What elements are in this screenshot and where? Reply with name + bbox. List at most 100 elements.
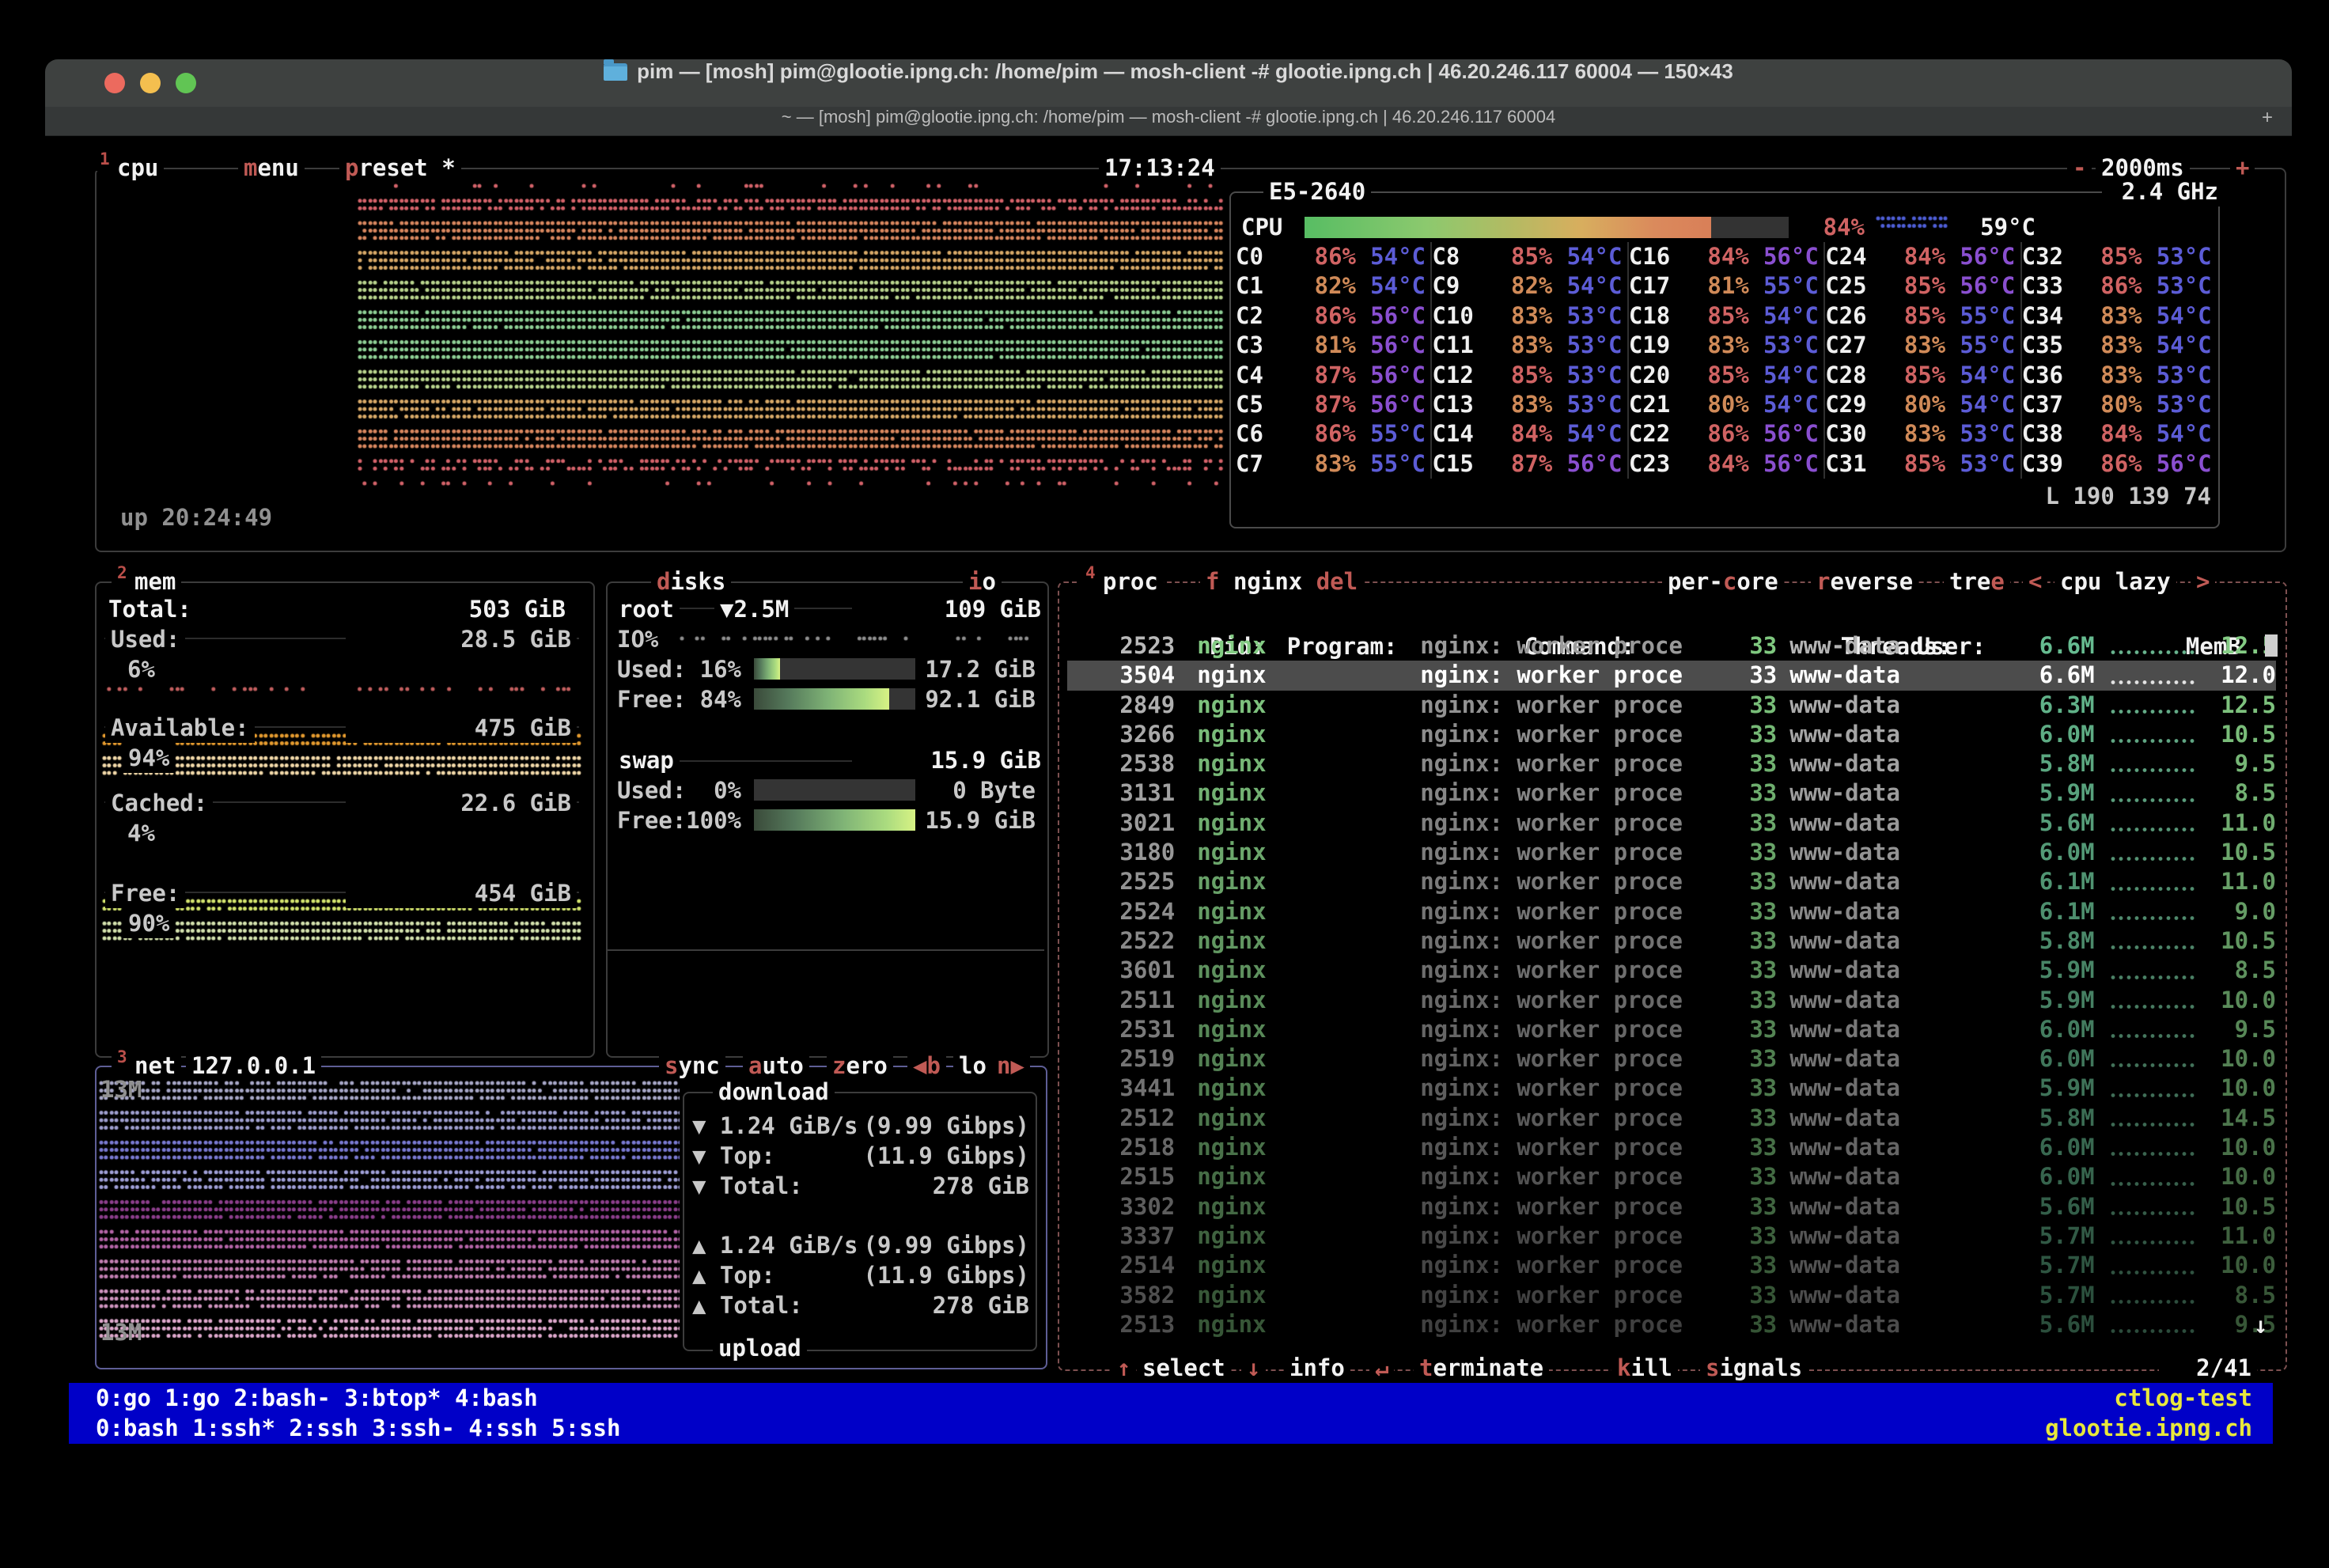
process-row[interactable]: 2522nginxnginx: worker proce33www-data5.…	[1067, 926, 2276, 956]
process-row[interactable]: 2523nginxnginx: worker proce33www-data6.…	[1067, 631, 2276, 661]
process-row[interactable]: 3337nginxnginx: worker proce33www-data5.…	[1067, 1221, 2276, 1251]
net-download-total-label: ▼ Total:	[692, 1171, 803, 1201]
cpu-box-title[interactable]: cpu	[112, 153, 164, 183]
proc-percore-toggle[interactable]: per-core	[1662, 566, 1784, 597]
process-row[interactable]: 2519nginxnginx: worker proce33www-data6.…	[1067, 1044, 2276, 1074]
proc-sort-prev-button[interactable]: <	[2023, 566, 2047, 597]
core-name: C11	[1432, 331, 1489, 360]
process-thr: 33	[1717, 749, 1777, 778]
window-titlebar[interactable]: pim — [mosh] pim@glootie.ipng.ch: /home/…	[45, 59, 2292, 107]
proc-reverse-toggle[interactable]: reverse	[1811, 566, 1918, 597]
core-usage: 84%	[1686, 449, 1749, 479]
core-name: C1	[1236, 271, 1293, 301]
process-row[interactable]: 3131nginxnginx: worker proce33www-data5.…	[1067, 778, 2276, 808]
net-prev-iface-button[interactable]: ◀b	[907, 1051, 946, 1081]
process-row[interactable]: 2511nginxnginx: worker proce33www-data5.…	[1067, 986, 2276, 1015]
core-usage: 83%	[1293, 449, 1356, 479]
proc-scrollbar-thumb[interactable]	[2265, 634, 2278, 657]
mem-total-value: 503 GiB	[346, 594, 566, 624]
process-prog: nginx	[1175, 661, 1420, 690]
proc-scroll-down-icon[interactable]: ↓	[2254, 1310, 2267, 1340]
process-prog: nginx	[1175, 986, 1420, 1015]
proc-kill-button[interactable]: kill	[1611, 1353, 1678, 1383]
cpu-total-percent: 84%	[1795, 212, 1865, 242]
process-cpu: 8.5	[2198, 956, 2276, 985]
screen-window-list[interactable]: 0:bash 1:ssh* 2:ssh 3:ssh- 4:ssh 5:ssh	[96, 1413, 620, 1443]
process-row[interactable]: 3441nginxnginx: worker proce33www-data5.…	[1067, 1074, 2276, 1103]
interval-decrease-button[interactable]: -	[2067, 153, 2092, 183]
process-row[interactable]: 3582nginxnginx: worker proce33www-data5.…	[1067, 1281, 2276, 1310]
process-row[interactable]: 3266nginxnginx: worker proce33www-data6.…	[1067, 720, 2276, 749]
disk-io-graph	[678, 634, 1031, 646]
process-row[interactable]: 2849nginxnginx: worker proce33www-data6.…	[1067, 691, 2276, 720]
core-cell: C2685%55°C	[1825, 301, 2021, 331]
proc-filter[interactable]: f nginx del	[1200, 566, 1363, 597]
process-cpu: 11.0	[2198, 867, 2276, 896]
core-name: C5	[1236, 390, 1293, 419]
net-zero-button[interactable]: zero	[827, 1051, 893, 1081]
core-cell: C1383%53°C	[1432, 390, 1628, 419]
process-row[interactable]: 2538nginxnginx: worker proce33www-data5.…	[1067, 749, 2276, 778]
hostname: glootie.ipng.ch	[2045, 1413, 2252, 1443]
process-prog: nginx	[1175, 926, 1420, 956]
process-mem: 5.6M	[1953, 809, 2095, 838]
disks-box-title[interactable]: disks	[651, 566, 731, 597]
tmux-window-list[interactable]: 0:go 1:go 2:bash- 3:btop* 4:bash	[96, 1383, 538, 1413]
core-name: C39	[2022, 449, 2079, 479]
process-row[interactable]: 2514nginxnginx: worker proce33www-data5.…	[1067, 1251, 2276, 1280]
new-tab-button[interactable]: +	[2254, 107, 2281, 135]
core-row: C381%56°CC1183%53°CC1983%53°CC2783%55°CC…	[1236, 331, 2217, 360]
interval-increase-button[interactable]: +	[2230, 153, 2255, 183]
proc-signals-button[interactable]: signals	[1700, 1353, 1808, 1383]
process-pid: 3180	[1067, 838, 1175, 867]
core-cell: C2885%54°C	[1825, 361, 2021, 390]
disks-io-toggle[interactable]: io	[963, 566, 1002, 597]
core-usage: 85%	[1882, 361, 1945, 390]
process-prog: nginx	[1175, 749, 1420, 778]
proc-terminate-button[interactable]: terminate	[1414, 1353, 1549, 1383]
process-row[interactable]: 2524nginxnginx: worker proce33www-data6.…	[1067, 897, 2276, 926]
process-row[interactable]: 2518nginxnginx: worker proce33www-data6.…	[1067, 1133, 2276, 1162]
net-interface-ip: 127.0.0.1	[186, 1051, 321, 1081]
process-pid: 3441	[1067, 1074, 1175, 1103]
process-pid: 2524	[1067, 897, 1175, 926]
proc-info-button[interactable]: info	[1284, 1353, 1350, 1383]
process-row[interactable]: 3504nginxnginx: worker proce33www-data6.…	[1067, 661, 2276, 690]
process-row[interactable]: 2531nginxnginx: worker proce33www-data6.…	[1067, 1015, 2276, 1044]
tab-title[interactable]: ~ — [mosh] pim@glootie.ipng.ch: /home/pi…	[45, 107, 2292, 135]
process-row[interactable]: 2512nginxnginx: worker proce33www-data5.…	[1067, 1104, 2276, 1133]
proc-box-title[interactable]: proc	[1097, 566, 1164, 597]
process-mem: 6.3M	[1953, 691, 2095, 720]
process-row[interactable]: 3302nginxnginx: worker proce33www-data5.…	[1067, 1192, 2276, 1221]
core-name: C2	[1236, 301, 1293, 331]
proc-sort-next-button[interactable]: >	[2191, 566, 2215, 597]
preset-button[interactable]: preset *	[339, 153, 461, 183]
proc-enter-icon[interactable]: ↵	[1369, 1353, 1394, 1383]
process-prog: nginx	[1175, 720, 1420, 749]
process-row[interactable]: 3180nginxnginx: worker proce33www-data6.…	[1067, 838, 2276, 867]
core-temp: 53°C	[1552, 301, 1622, 331]
net-next-iface-button[interactable]: n▶	[991, 1051, 1030, 1081]
process-row[interactable]: 3601nginxnginx: worker proce33www-data5.…	[1067, 956, 2276, 985]
proc-select-down-icon[interactable]: ↓	[1241, 1353, 1266, 1383]
tab-bar[interactable]: ~ — [mosh] pim@glootie.ipng.ch: /home/pi…	[45, 107, 2292, 136]
net-box-title[interactable]: net	[129, 1051, 181, 1081]
process-user: www-data	[1777, 661, 1953, 690]
process-mem: 5.9M	[1953, 1074, 2095, 1103]
mem-box-title[interactable]: mem	[129, 566, 181, 597]
menu-button[interactable]: menu	[238, 153, 305, 183]
core-cell: C3185%53°C	[1825, 449, 2021, 479]
disk-root-io-label: IO%	[617, 624, 658, 654]
process-row[interactable]: 2513nginxnginx: worker proce33www-data5.…	[1067, 1310, 2276, 1339]
core-name: C0	[1236, 242, 1293, 271]
process-pid: 2514	[1067, 1251, 1175, 1280]
process-thr: 33	[1717, 661, 1777, 690]
proc-select-up-icon[interactable]: ↑	[1111, 1353, 1136, 1383]
proc-tree-toggle[interactable]: tree	[1944, 566, 2010, 597]
process-row[interactable]: 2525nginxnginx: worker proce33www-data6.…	[1067, 867, 2276, 896]
process-row[interactable]: 2515nginxnginx: worker proce33www-data6.…	[1067, 1162, 2276, 1191]
core-temp: 55°C	[1945, 301, 2015, 331]
core-usage: 83%	[1489, 301, 1552, 331]
process-thr: 33	[1717, 1162, 1777, 1191]
process-row[interactable]: 3021nginxnginx: worker proce33www-data5.…	[1067, 809, 2276, 838]
